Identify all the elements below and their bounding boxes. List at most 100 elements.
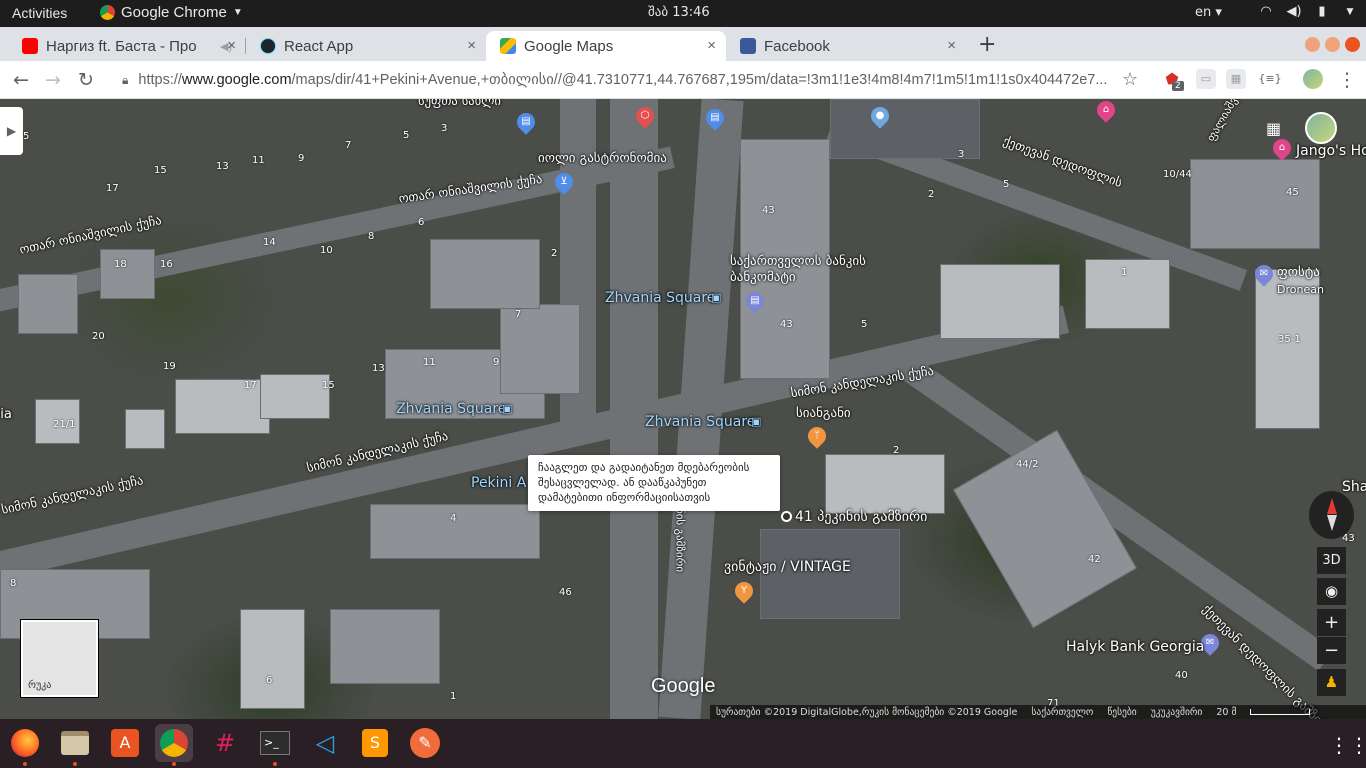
account-avatar[interactable]	[1305, 112, 1337, 144]
dock-slack[interactable]: #	[206, 724, 244, 762]
tab-facebook[interactable]: Facebook ×	[726, 31, 966, 61]
map-layer-toggle[interactable]: რუკა	[21, 620, 98, 697]
place-label[interactable]: საქართველოს ბანკის ბანკომატი	[730, 254, 870, 286]
address-bar[interactable]: 🔒︎ https://www.google.com/maps/dir/41+Pe…	[118, 65, 1158, 95]
running-indicator	[172, 762, 176, 766]
tab-title: Google Maps	[524, 37, 614, 55]
place-label[interactable]: ვინტაჟი / VINTAGE	[724, 559, 851, 575]
place-label[interactable]: Sha	[1342, 479, 1366, 495]
dock-sublime[interactable]: S	[356, 724, 394, 762]
dock-inkscape[interactable]: ✎	[406, 724, 444, 762]
transit-stop-label[interactable]: Zhvania Square	[396, 401, 506, 417]
running-indicator	[73, 762, 77, 766]
clock[interactable]: შაბ 13:46	[648, 5, 710, 20]
expand-side-panel-button[interactable]: ▶	[0, 107, 23, 155]
house-number: 11	[252, 155, 265, 166]
extension-icon[interactable]: ▭	[1196, 69, 1216, 89]
place-label[interactable]: Halyk Bank Georgia	[1066, 639, 1204, 655]
transit-stop-label[interactable]: Pekini A	[471, 475, 526, 491]
place-label[interactable]: სიანგანი	[796, 406, 851, 421]
hotel-pin-icon[interactable]: ⌂	[1093, 99, 1119, 123]
pegman-icon[interactable]: ♟	[1317, 669, 1346, 696]
building	[240, 609, 305, 709]
location-dot-icon	[781, 511, 792, 522]
house-number: 42	[1088, 554, 1101, 565]
dock-terminal[interactable]: >_	[256, 724, 294, 766]
bar-pin-icon[interactable]: Y	[731, 578, 757, 604]
dock-firefox[interactable]	[6, 724, 44, 766]
url-path: /maps/dir/41+Pekini+Avenue,+თბილისი//@41…	[291, 72, 1108, 88]
place-pin-icon[interactable]: ●	[867, 103, 893, 129]
menu-icon[interactable]: ⋮	[1334, 67, 1360, 93]
satellite-map[interactable]: ▶ სუფთა სახლი იოლი გასტრონომია ოთარ ონია…	[0, 99, 1366, 719]
tilt-3d-button[interactable]: 3D	[1317, 547, 1346, 574]
feedback-link[interactable]: უკუკავშირი	[1151, 707, 1203, 718]
url-scheme: https://	[138, 72, 182, 88]
minimap-label: რუკა	[28, 680, 52, 691]
bank-pin-icon[interactable]: ▤	[742, 288, 768, 314]
forward-icon[interactable]: →	[40, 67, 66, 93]
close-icon[interactable]: ×	[227, 37, 236, 54]
shopping-pin-icon[interactable]: ▤	[513, 109, 539, 135]
transit-stop-label[interactable]: Zhvania Square	[605, 290, 715, 306]
my-location-icon[interactable]: ◉	[1317, 578, 1346, 605]
place-label[interactable]: dia	[0, 407, 12, 422]
dock-vscode[interactable]: ◁	[306, 724, 344, 762]
house-number: 17	[244, 380, 257, 391]
place-label[interactable]: Jango's Ho	[1296, 143, 1366, 159]
dock-files[interactable]	[56, 724, 94, 766]
zoom-out-button[interactable]: −	[1317, 637, 1346, 664]
destination-label[interactable]: 41 პეკინის გამზირი	[795, 509, 927, 525]
building	[260, 374, 330, 419]
close-icon[interactable]: ×	[467, 37, 476, 54]
house-number: 8	[10, 578, 17, 589]
house-number: 1	[1121, 267, 1128, 278]
place-label[interactable]: ფოსტა	[1277, 265, 1320, 280]
extension-grid-icon[interactable]: ▦	[1226, 69, 1246, 89]
json-viewer-icon[interactable]: {≡}	[1256, 69, 1284, 89]
tab-google-maps[interactable]: Google Maps ×	[486, 31, 726, 61]
show-applications-icon[interactable]: ⋮⋮⋮	[1329, 733, 1366, 757]
keyboard-layout[interactable]: en ▾	[1195, 5, 1222, 20]
house-number: 5	[23, 131, 30, 142]
dock-chrome[interactable]	[155, 724, 193, 766]
terms-link[interactable]: წესები	[1107, 707, 1136, 718]
app-menu[interactable]: Google Chrome ▼	[100, 4, 243, 21]
transit-stop-label[interactable]: Zhvania Square	[645, 414, 755, 430]
bookmark-star-icon[interactable]: ☆	[1122, 69, 1138, 90]
country-link[interactable]: საქართველო	[1031, 707, 1093, 718]
scale-label[interactable]: 20 მ	[1216, 707, 1236, 718]
profile-avatar[interactable]	[1303, 69, 1323, 89]
shopping-pin-icon[interactable]: ▤	[702, 105, 728, 131]
house-number: 7	[515, 309, 522, 320]
new-tab-button[interactable]: +	[978, 32, 996, 57]
close-icon[interactable]: ×	[947, 37, 956, 54]
hotel-pin-icon[interactable]: ⌂	[1269, 135, 1295, 161]
system-top-bar: Activities Google Chrome ▼ შაბ 13:46 en …	[0, 0, 1366, 27]
dock-software[interactable]: A	[106, 724, 144, 762]
place-label[interactable]: იოლი გასტრონომია	[538, 151, 667, 166]
shopping-cart-pin-icon[interactable]: ⊻	[551, 169, 577, 195]
tab-react-app[interactable]: React App ×	[246, 31, 486, 61]
google-apps-icon[interactable]: ▦	[1266, 119, 1281, 138]
close-window-button[interactable]	[1345, 37, 1360, 52]
house-number: 13	[216, 161, 229, 172]
status-tray[interactable]: ◠ ◀) ▮ ▼	[1258, 4, 1358, 20]
post-pin-icon[interactable]: ✉	[1251, 261, 1277, 287]
close-icon[interactable]: ×	[707, 37, 716, 54]
reload-icon[interactable]: ↻	[73, 67, 99, 93]
house-number: 15	[322, 380, 335, 391]
files-icon	[61, 731, 89, 755]
food-pin-icon[interactable]: ⬡	[632, 103, 658, 129]
zoom-in-button[interactable]: +	[1317, 609, 1346, 636]
maximize-button[interactable]	[1325, 37, 1340, 52]
place-label[interactable]: სუფთა სახლი	[418, 99, 501, 108]
tab-youtube[interactable]: Наргиз ft. Баста - Про ◀) ×	[8, 31, 246, 61]
restaurant-pin-icon[interactable]: ᛘ	[804, 423, 830, 449]
back-icon[interactable]: ←	[8, 67, 34, 93]
compass-icon[interactable]	[1309, 491, 1354, 539]
minimize-button[interactable]	[1305, 37, 1320, 52]
activities-button[interactable]: Activities	[12, 5, 67, 21]
lang-label: en	[1195, 5, 1212, 20]
house-number: 35-1	[1278, 334, 1301, 345]
